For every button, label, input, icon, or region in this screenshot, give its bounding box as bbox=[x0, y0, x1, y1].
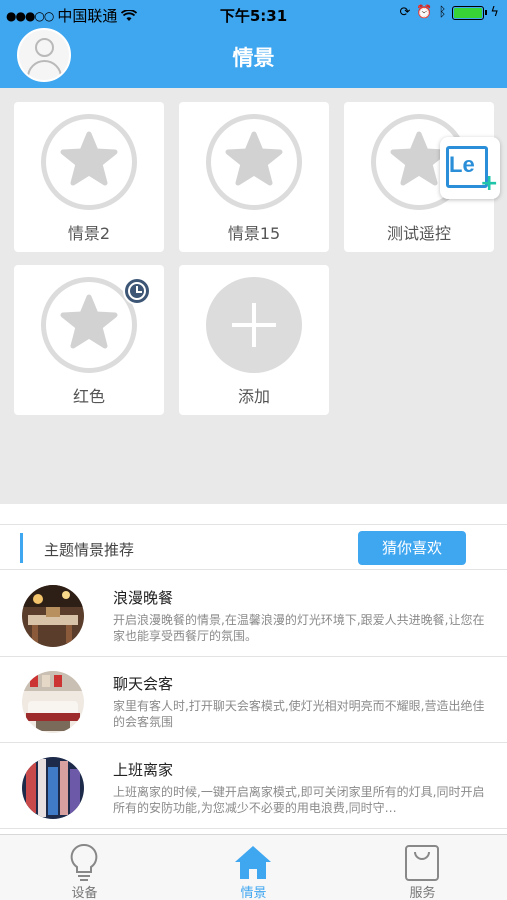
tab-scenes[interactable]: 情景 bbox=[169, 835, 338, 900]
lock-rotation-icon: ⟳ bbox=[399, 5, 411, 20]
scene-star-icon bbox=[206, 114, 302, 210]
scene-label: 红色 bbox=[72, 387, 105, 406]
recommend-item-name: 上班离家 bbox=[113, 761, 174, 779]
home-icon bbox=[235, 846, 271, 879]
recommend-item-desc: 家里有客人时,打开聊天会客模式,使灯光相对明亮而不耀眼,营造出绝佳的会客氛围 bbox=[113, 699, 485, 729]
guess-you-like-button[interactable]: 猜你喜欢 bbox=[358, 531, 466, 565]
scene-label: 情景2 bbox=[67, 224, 111, 243]
scene-tile-2[interactable]: 情景15 bbox=[179, 102, 329, 252]
recommend-item-dinner[interactable]: 浪漫晚餐 开启浪漫晚餐的情景,在温馨浪漫的灯光环境下,跟爱人共进晚餐,让您在家也… bbox=[0, 571, 507, 657]
scene-label: 情景15 bbox=[227, 224, 281, 243]
recommend-item-name: 浪漫晚餐 bbox=[113, 589, 174, 607]
tab-services[interactable]: 服务 bbox=[338, 835, 507, 900]
le-plus-mark: + bbox=[480, 171, 499, 196]
dinner-thumbnail bbox=[22, 585, 84, 647]
scene-star-icon bbox=[41, 114, 137, 210]
header-bar: ●●●○○ 中国联通 下午5:31 ⟳ ⏰ ᛒ ϟ 情景 bbox=[0, 0, 507, 88]
section-accent-bar bbox=[20, 533, 23, 563]
plus-icon bbox=[206, 277, 302, 373]
battery-icon bbox=[452, 5, 488, 20]
recommend-title: 主题情景推荐 bbox=[44, 541, 135, 559]
bulb-icon bbox=[70, 843, 98, 881]
timer-clock-icon bbox=[123, 277, 151, 305]
tab-label: 情景 bbox=[240, 886, 267, 900]
bluetooth-icon: ᛒ bbox=[438, 5, 447, 20]
le-logo-text: Le bbox=[449, 152, 475, 177]
scene-tile-4[interactable]: 红色 bbox=[14, 265, 164, 415]
recommend-item-name: 聊天会客 bbox=[113, 675, 174, 693]
page-title: 情景 bbox=[232, 46, 275, 70]
leave-home-thumbnail bbox=[22, 757, 84, 819]
alarm-icon: ⏰ bbox=[416, 5, 433, 20]
recommend-item-desc: 上班离家的时候,一键开启离家模式,即可关闭家里所有的灯具,同时开启所有的安防功能… bbox=[113, 785, 485, 815]
status-bar: ●●●○○ 中国联通 下午5:31 ⟳ ⏰ ᛒ ϟ bbox=[0, 0, 507, 30]
recommend-item-guests[interactable]: 聊天会客 家里有客人时,打开聊天会客模式,使灯光相对明亮而不耀眼,营造出绝佳的会… bbox=[0, 657, 507, 743]
recommend-item-leave-home[interactable]: 上班离家 上班离家的时候,一键开启离家模式,即可关闭家里所有的灯具,同时开启所有… bbox=[0, 743, 507, 829]
charging-icon: ϟ bbox=[490, 5, 499, 20]
recommend-header: 主题情景推荐 猜你喜欢 bbox=[0, 524, 507, 570]
bag-icon bbox=[405, 845, 439, 881]
scene-label: 测试遥控 bbox=[386, 224, 451, 243]
le-floating-icon[interactable]: Le + bbox=[440, 137, 500, 199]
scene-tile-1[interactable]: 情景2 bbox=[14, 102, 164, 252]
add-scene-label: 添加 bbox=[237, 387, 270, 406]
tab-label: 服务 bbox=[409, 886, 436, 900]
add-scene-tile[interactable]: 添加 bbox=[179, 265, 329, 415]
bottom-tab-bar: 设备 情景 服务 bbox=[0, 834, 507, 900]
recommend-item-desc: 开启浪漫晚餐的情景,在温馨浪漫的灯光环境下,跟爱人共进晚餐,让您在家也能享受西餐… bbox=[113, 613, 485, 643]
tab-devices[interactable]: 设备 bbox=[0, 835, 169, 900]
guests-thumbnail bbox=[22, 671, 84, 733]
tab-label: 设备 bbox=[71, 886, 98, 900]
